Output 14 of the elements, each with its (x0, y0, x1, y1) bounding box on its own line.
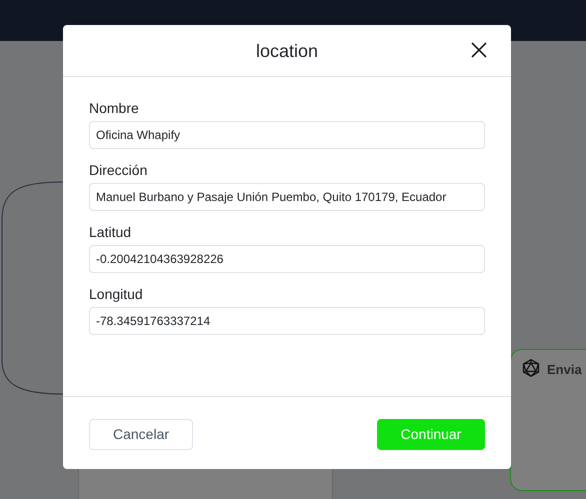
cancel-button[interactable]: Cancelar (89, 418, 193, 450)
input-field[interactable]: Manuel Burbano y Pasaje Unión Puembo, Quito 170179, Ecuador (89, 183, 485, 211)
node-title: Envia (547, 361, 582, 379)
field-label: Nombre (89, 100, 140, 117)
close-icon (471, 42, 487, 58)
field-label: Latitud (89, 224, 132, 241)
input-field[interactable]: -0.20042104363928226 (89, 245, 485, 273)
polyhedron-icon (521, 358, 541, 378)
input-field[interactable]: Oficina Whapify (89, 121, 485, 149)
dialog-title: location (256, 40, 318, 62)
input-field[interactable]: -78.34591763337214 (89, 307, 485, 335)
field-label: Longitud (89, 286, 144, 303)
close-button[interactable] (469, 40, 489, 60)
field-label: Dirección (89, 162, 148, 179)
